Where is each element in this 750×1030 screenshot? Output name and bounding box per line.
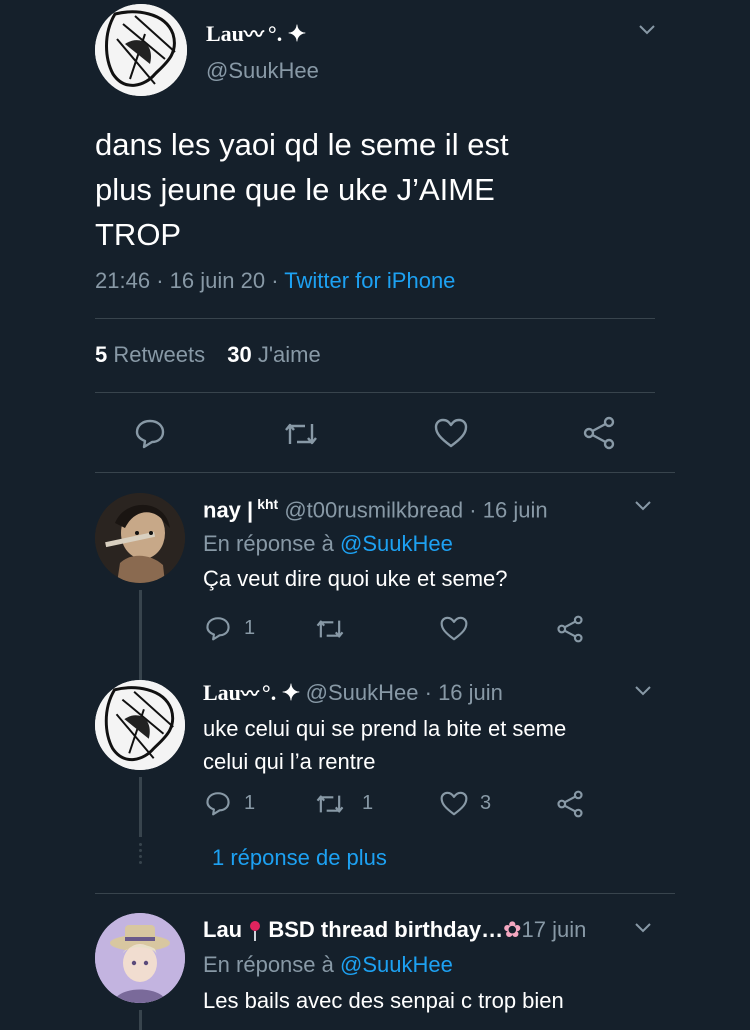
chevron-down-icon[interactable] [634, 685, 652, 697]
reply-to-link[interactable]: @SuukHee [340, 531, 453, 556]
avatar-main[interactable] [95, 4, 187, 96]
like-icon[interactable] [440, 616, 468, 641]
reply-context: En réponse à @SuukHee [203, 952, 453, 978]
thread-line [139, 1010, 142, 1030]
reply-icon[interactable] [205, 790, 231, 816]
divider [95, 893, 675, 894]
retweets-stat[interactable]: 5 Retweets [95, 342, 211, 367]
separator: · [271, 268, 279, 293]
share-icon[interactable] [556, 615, 584, 643]
reply-display-name[interactable]: Lau〰 °. ✦ [203, 680, 306, 705]
chevron-down-icon[interactable] [634, 500, 652, 512]
name-suffix: °. ✦ [267, 21, 307, 46]
tweet-date[interactable]: 16 juin 20 [170, 268, 265, 293]
share-icon[interactable] [582, 416, 616, 450]
retweets-label: Retweets [113, 342, 206, 367]
reply-text: Les bails avec des senpai c trop bien [203, 988, 564, 1013]
likes-label: J'aime [257, 342, 321, 367]
thread-line [139, 777, 142, 837]
likes-stat[interactable]: 30 J'aime [227, 342, 321, 367]
tweet-source-link[interactable]: Twitter for iPhone [284, 268, 455, 293]
avatar-reply-3[interactable] [95, 913, 185, 1003]
reply-header: Lau〰 °. ✦ @SuukHee · 16 juin [203, 680, 503, 706]
main-display-name[interactable]: Lau〰 °. ✦ [206, 18, 306, 47]
reply-text: Ça veut dire quoi uke et seme? [203, 566, 508, 591]
thread-line [139, 590, 142, 680]
share-icon[interactable] [556, 790, 584, 818]
divider [95, 318, 655, 319]
pin-icon [248, 920, 262, 942]
chevron-down-icon[interactable] [634, 922, 652, 934]
retweets-count: 5 [95, 342, 108, 367]
retweet-icon[interactable] [315, 617, 345, 641]
reply-count: 1 [244, 617, 256, 639]
retweet-icon[interactable] [315, 792, 345, 816]
reply-date[interactable]: 17 juin [522, 917, 587, 942]
reply-text-line: uke celui qui se prend la bite et seme [203, 716, 567, 741]
reply-context: En réponse à @SuukHee [203, 531, 453, 557]
avatar-reply-1[interactable] [95, 493, 185, 583]
divider [95, 392, 655, 393]
more-replies-link[interactable]: 1 réponse de plus [212, 845, 387, 871]
reply-name-rest: BSD thread birthday… [268, 917, 504, 942]
display-name-text: Lau [206, 21, 244, 46]
chevron-down-icon[interactable] [638, 24, 656, 36]
separator: · [156, 268, 164, 293]
tweet-stats: 5 Retweets 30 J'aime [95, 342, 321, 368]
thread-dots [139, 843, 142, 867]
like-count: 3 [480, 792, 492, 814]
tweet-time[interactable]: 21:46 [95, 268, 150, 293]
reply-text-line: celui qui l’a rentre [203, 749, 376, 774]
tweet-meta: 21:46 · 16 juin 20 · Twitter for iPhone [95, 268, 455, 294]
display-name-text: Lau [203, 680, 241, 705]
reply-display-name[interactable]: Lau [203, 917, 242, 942]
like-icon[interactable] [440, 791, 468, 816]
like-icon[interactable] [434, 418, 468, 448]
divider [95, 472, 675, 473]
flower-icon: ✿ [503, 917, 522, 942]
reply-handle[interactable]: @SuukHee [306, 680, 419, 705]
tweet-text: dans les yaoi qd le seme il est plus jeu… [95, 122, 509, 257]
reply-prefix: En réponse à [203, 952, 334, 977]
reply-display-name[interactable]: nay | [203, 497, 253, 522]
main-handle[interactable]: @SuukHee [206, 58, 319, 84]
reply-date[interactable]: · 16 juin [469, 497, 547, 522]
avatar-reply-2[interactable] [95, 680, 185, 770]
reply-handle[interactable]: @t00rusmilkbread [284, 497, 463, 522]
reply-date[interactable]: · 16 juin [425, 680, 503, 705]
retweet-count: 1 [362, 792, 374, 814]
wave-icon: 〰 [243, 24, 264, 46]
reply-text: uke celui qui se prend la bite et seme c… [203, 712, 566, 778]
reply-icon[interactable] [205, 615, 231, 641]
name-suffix: °. ✦ [261, 680, 301, 705]
reply-prefix: En réponse à [203, 531, 334, 556]
retweet-icon[interactable] [283, 420, 319, 448]
reply-count: 1 [244, 792, 256, 814]
reply-header: Lau BSD thread birthday…✿17 juin [203, 917, 586, 943]
tweet-text-line: TROP [95, 217, 182, 252]
likes-count: 30 [227, 342, 252, 367]
tweet-text-line: dans les yaoi qd le seme il est [95, 127, 509, 162]
reply-name-sup: kht [257, 496, 279, 512]
reply-to-link[interactable]: @SuukHee [340, 952, 453, 977]
reply-header: nay | kht @t00rusmilkbread · 16 juin [203, 496, 548, 523]
tweet-text-line: plus jeune que le uke J’AIME [95, 172, 495, 207]
reply-icon[interactable] [134, 417, 166, 449]
wave-icon: 〰 [240, 684, 259, 704]
